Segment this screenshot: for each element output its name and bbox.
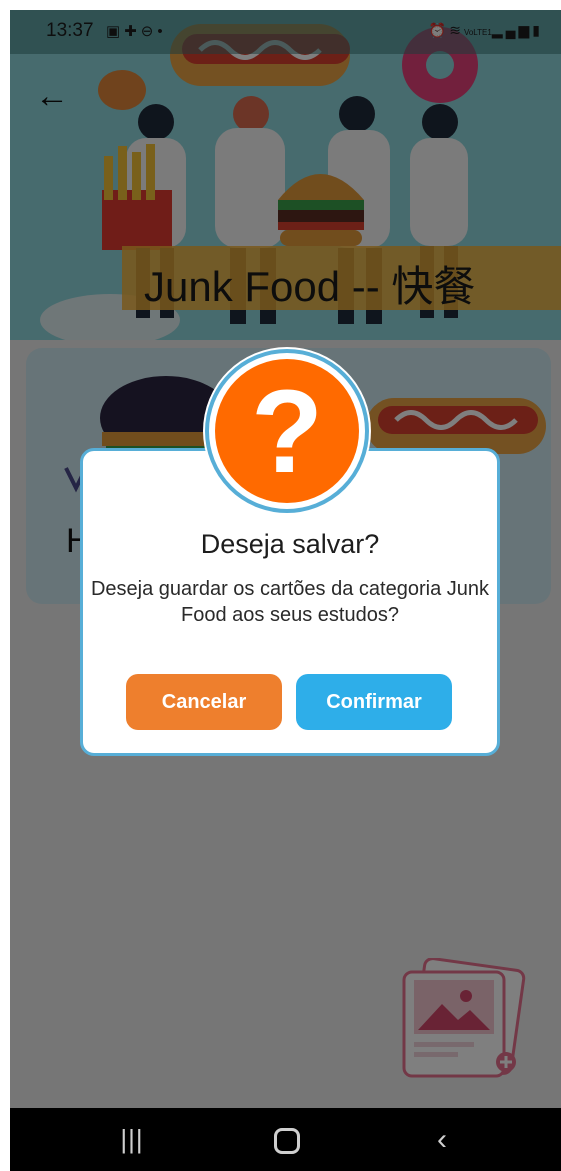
recents-button[interactable]: ||| bbox=[92, 1108, 172, 1171]
confirm-button[interactable]: Confirmar bbox=[296, 674, 452, 730]
navigation-bar: ||| ‹ bbox=[10, 1108, 561, 1171]
chevron-left-icon: ‹ bbox=[437, 1123, 447, 1156]
svg-text:?: ? bbox=[251, 366, 323, 498]
home-icon bbox=[274, 1128, 300, 1154]
dialog-title: Deseja salvar? bbox=[200, 529, 380, 559]
question-icon: ? bbox=[203, 347, 371, 515]
nav-back-button[interactable]: ‹ bbox=[402, 1108, 482, 1171]
recents-icon: ||| bbox=[120, 1124, 144, 1154]
cancel-button[interactable]: Cancelar bbox=[126, 674, 282, 730]
phone-screen: 13:37 ▣✚⊖• ⏰≋VoLTE1▂▄▆▮ ← Junk Food -- 快… bbox=[10, 10, 561, 1171]
dialog-message: Deseja guardar os cartões da categoria J… bbox=[90, 578, 489, 626]
home-button[interactable] bbox=[246, 1108, 326, 1171]
